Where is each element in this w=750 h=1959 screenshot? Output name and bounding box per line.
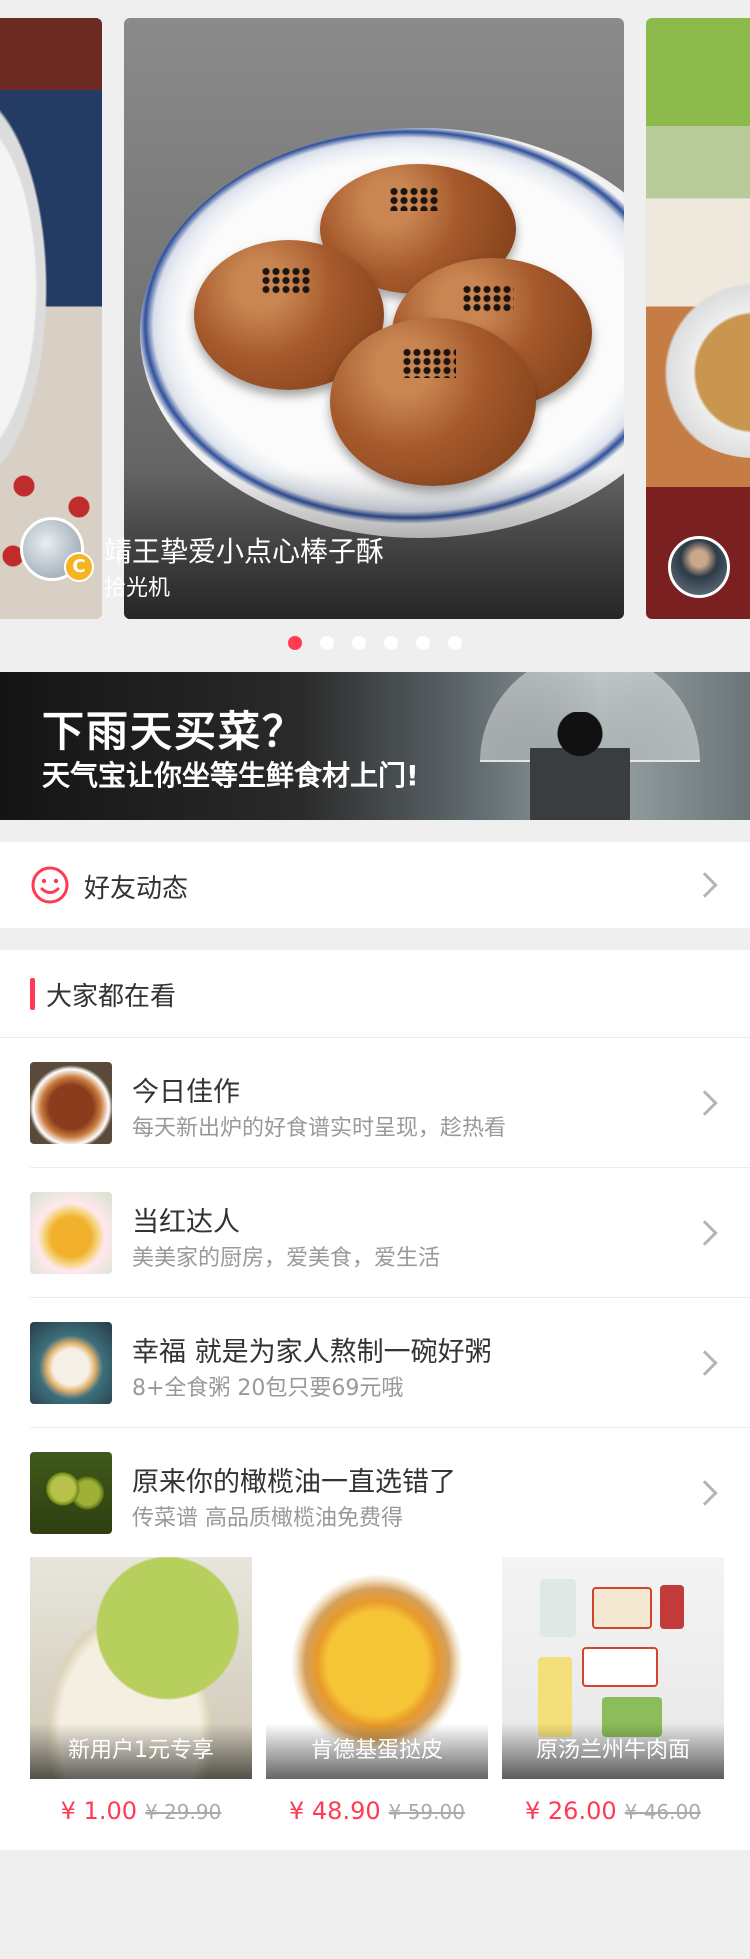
pagination-dot[interactable]	[384, 636, 398, 650]
cookie-decor	[330, 318, 536, 486]
list-item[interactable]: 当红达人 美美家的厨房，爱美食，爱生活	[0, 1168, 750, 1298]
person-decor	[530, 712, 630, 820]
chevron-right-icon	[692, 1480, 718, 1506]
package-decor	[540, 1579, 576, 1637]
item-title: 今日佳作	[132, 1077, 240, 1108]
product-original-price: ¥ 59.00	[388, 1800, 465, 1824]
pagination-dot[interactable]	[448, 636, 462, 650]
recipe-author[interactable]: 拾光机	[104, 570, 170, 602]
list-item[interactable]: 原来你的橄榄油一直选错了 传菜谱 高品质橄榄油免费得	[0, 1428, 750, 1558]
item-title: 幸福 就是为家人熬制一碗好粥	[132, 1337, 492, 1368]
chevron-right-icon	[692, 1350, 718, 1376]
promo-banner[interactable]: 下雨天买菜？ 天气宝让你坐等生鲜食材上门!	[0, 672, 750, 820]
item-subtitle: 8+全食粥 20包只要69元哦	[132, 1376, 404, 1401]
recipe-title[interactable]: 靖王挚爱小点心棒子酥	[104, 530, 384, 570]
pagination-dot[interactable]	[352, 636, 366, 650]
item-title: 当红达人	[132, 1207, 240, 1238]
friends-activity-label: 好友动态	[84, 874, 189, 904]
product-name: 新用户1元专享	[30, 1723, 252, 1779]
pagination-dot[interactable]	[288, 636, 302, 650]
product-name: 肯德基蛋挞皮	[266, 1723, 488, 1779]
chevron-right-icon	[692, 872, 718, 898]
card-image-decor	[654, 268, 750, 458]
banner-title: 下雨天买菜？	[42, 707, 307, 756]
popular-section: 大家都在看 今日佳作 每天新出炉的好食谱实时呈现，趁热看 当红达人 美美家的厨房…	[0, 950, 750, 1850]
package-decor	[592, 1587, 652, 1629]
product-price: ¥ 1.00 ¥ 29.90	[30, 1797, 252, 1825]
item-thumbnail	[30, 1062, 112, 1144]
smile-icon	[31, 866, 69, 904]
carousel-card-current[interactable]	[124, 18, 624, 619]
package-decor	[582, 1647, 658, 1687]
carousel-pagination	[0, 636, 750, 652]
product-current-price: ¥ 1.00	[60, 1797, 137, 1825]
product-name: 原汤兰州牛肉面	[502, 1723, 724, 1779]
item-subtitle: 美美家的厨房，爱美食，爱生活	[132, 1246, 441, 1271]
list-item[interactable]: 今日佳作 每天新出炉的好食谱实时呈现，趁热看	[0, 1038, 750, 1168]
item-thumbnail	[30, 1452, 112, 1534]
product-current-price: ¥ 48.90	[289, 1797, 381, 1825]
pagination-dot[interactable]	[416, 636, 430, 650]
product-current-price: ¥ 26.00	[525, 1797, 617, 1825]
section-title: 大家都在看	[46, 982, 177, 1012]
author-badge: C	[64, 552, 94, 582]
pagination-dot[interactable]	[320, 636, 334, 650]
section-accent-bar	[30, 978, 35, 1010]
product-original-price: ¥ 46.00	[624, 1800, 701, 1824]
product-original-price: ¥ 29.90	[145, 1800, 222, 1824]
next-author-avatar[interactable]	[668, 536, 730, 598]
item-thumbnail	[30, 1192, 112, 1274]
chevron-right-icon	[692, 1220, 718, 1246]
product-price: ¥ 26.00 ¥ 46.00	[502, 1797, 724, 1825]
carousel-card-next[interactable]	[646, 18, 750, 619]
product-price: ¥ 48.90 ¥ 59.00	[266, 1797, 488, 1825]
item-thumbnail	[30, 1322, 112, 1404]
item-title: 原来你的橄榄油一直选错了	[132, 1467, 456, 1498]
friends-activity-row[interactable]: 好友动态	[0, 842, 750, 928]
banner-subtitle: 天气宝让你坐等生鲜食材上门!	[42, 759, 419, 792]
recipe-carousel[interactable]: C 靖王挚爱小点心棒子酥 拾光机	[0, 0, 750, 672]
package-decor	[660, 1585, 684, 1629]
chevron-right-icon	[692, 1090, 718, 1116]
item-subtitle: 传菜谱 高品质橄榄油免费得	[132, 1506, 403, 1531]
item-subtitle: 每天新出炉的好食谱实时呈现，趁热看	[132, 1116, 507, 1141]
list-item[interactable]: 幸福 就是为家人熬制一碗好粥 8+全食粥 20包只要69元哦	[0, 1298, 750, 1428]
